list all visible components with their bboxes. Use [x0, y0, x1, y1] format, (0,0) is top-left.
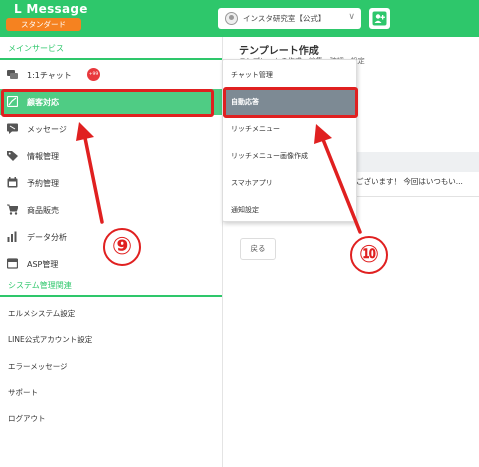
annotation-step-10: ⑩	[350, 236, 388, 274]
annotation-step-9: ⑨	[103, 228, 141, 266]
annotation-arrows	[76, 122, 362, 234]
